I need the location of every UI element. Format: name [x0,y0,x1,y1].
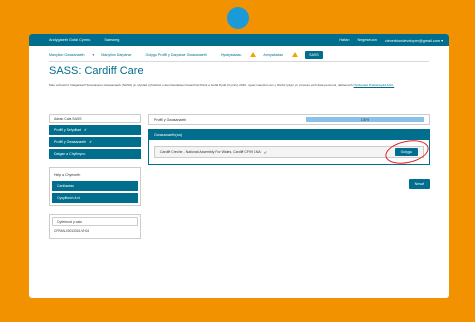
sidebar-item-organisation-profile[interactable]: Proffil y Sefydliad ✔ [49,125,141,135]
subnav-label: Hysbysiadau [220,52,242,57]
sidebar-item-label: Proffil y Sefydliad [54,128,81,132]
sidebar-item-service-profile[interactable]: Proffil y Gwasanaeth ✔ [49,137,141,147]
intro-text: Mae cofrestru'r Datganiad Hunanasesu Gwa… [49,83,409,88]
help-header: Help a Chymorth [54,172,81,177]
sidebar-item-label: Datgan a Chyflwyno [54,152,86,156]
help-panel: Help a Chymorth Canllawiau Cysylltwch â … [49,167,141,206]
highlight-circle [383,136,431,168]
services-panel: Gwasanaeth(au) Cardiff Creche - National… [148,129,431,168]
privacy-notice-link[interactable]: Hysbysiad Preifatrwydd AGC. [354,83,395,87]
reference-header: Cyfeirnod y cais [52,217,138,226]
check-icon: ✔ [83,128,87,132]
top-navigation: Arolygiaeth Gofal Cymru Saesneg Hafan Ne… [29,34,449,46]
sidebar-item-label: Proffil y Gwasanaeth [54,140,87,144]
subnav-label: Manylion Darparwr [101,52,132,57]
subnav-notifications[interactable]: Hysbysiadau [221,52,257,57]
subnav-provider-details[interactable]: Manylion Darparwr [101,53,138,57]
reference-value: CFRAN-00013316-VHJ4 [54,229,90,233]
browser-screen: Arolygiaeth Gofal Cymru Saesneg Hafan Ne… [29,34,449,298]
service-name: Cardiff Creche - National Assembly For W… [160,150,261,154]
messages-link[interactable]: Negeseuon [357,38,376,42]
next-button[interactable]: Nesaf [408,179,430,189]
warning-icon [292,52,299,57]
subnav-variations[interactable]: Amrywiadau [263,52,299,57]
progress-bar: 100% [306,117,424,122]
subnav-sass[interactable]: SASS [305,50,323,59]
brand-link[interactable]: Arolygiaeth Gofal Cymru [49,38,90,42]
progress-fill: 100% [306,117,424,122]
intro-body: Mae cofrestru'r Datganiad Hunanasesu Gwa… [49,83,353,87]
page-title: SASS: Cardiff Care [49,65,144,77]
check-icon: ✔ [89,140,93,144]
sidebar: Adran Cais SASS Proffil y Sefydliad ✔ Pro… [49,114,141,239]
progress-text: 100% [360,117,370,122]
subnav-label: Golygu Proffil y Darparwr Gwasanaeth [145,52,207,57]
sidebar-header: Adran Cais SASS [49,114,141,123]
camera-dot [227,7,249,29]
subnav-service-details[interactable]: Manylion Gwasanaeth ▾ [49,53,94,57]
main-content: Proffil y Gwasanaeth 100% Gwasanaeth(au)… [148,114,431,190]
progress-label: Proffil y Gwasanaeth [154,117,187,122]
language-link[interactable]: Saesneg [104,38,119,42]
check-icon: ✔ [263,149,268,155]
account-email: cleverbiondeveloper@gmail.com [384,38,441,43]
subnav-label: Manylion Gwasanaeth [49,52,85,57]
next-wrap: Nesaf [148,172,430,190]
progress-row: Proffil y Gwasanaeth 100% [148,114,430,125]
secondary-navigation: Manylion Gwasanaeth ▾ Manylion Darparwr … [49,48,429,62]
sidebar-item-guidance[interactable]: Canllawiau [52,181,138,191]
home-link[interactable]: Hafan [339,38,349,42]
account-menu[interactable]: cleverbiondeveloper@gmail.com ▾ [385,38,443,43]
sidebar-item-contact-us[interactable]: Cysylltwch â ni [52,193,138,203]
services-panel-body: Cardiff Creche - National Assembly For W… [149,136,431,168]
reference-panel: Cyfeirnod y cais CFRAN-00013316-VHJ4 [49,214,141,239]
service-row: Cardiff Creche - National Assembly For W… [154,136,431,168]
services-panel-title: Gwasanaeth(au) [149,130,429,140]
subnav-label: Amrywiadau [263,52,284,57]
warning-icon [250,52,257,57]
subnav-edit-provider-profile[interactable]: Golygu Proffil y Darparwr Gwasanaeth [146,53,214,57]
sidebar-item-declare-submit[interactable]: Datgan a Chyflwyno [49,149,141,159]
